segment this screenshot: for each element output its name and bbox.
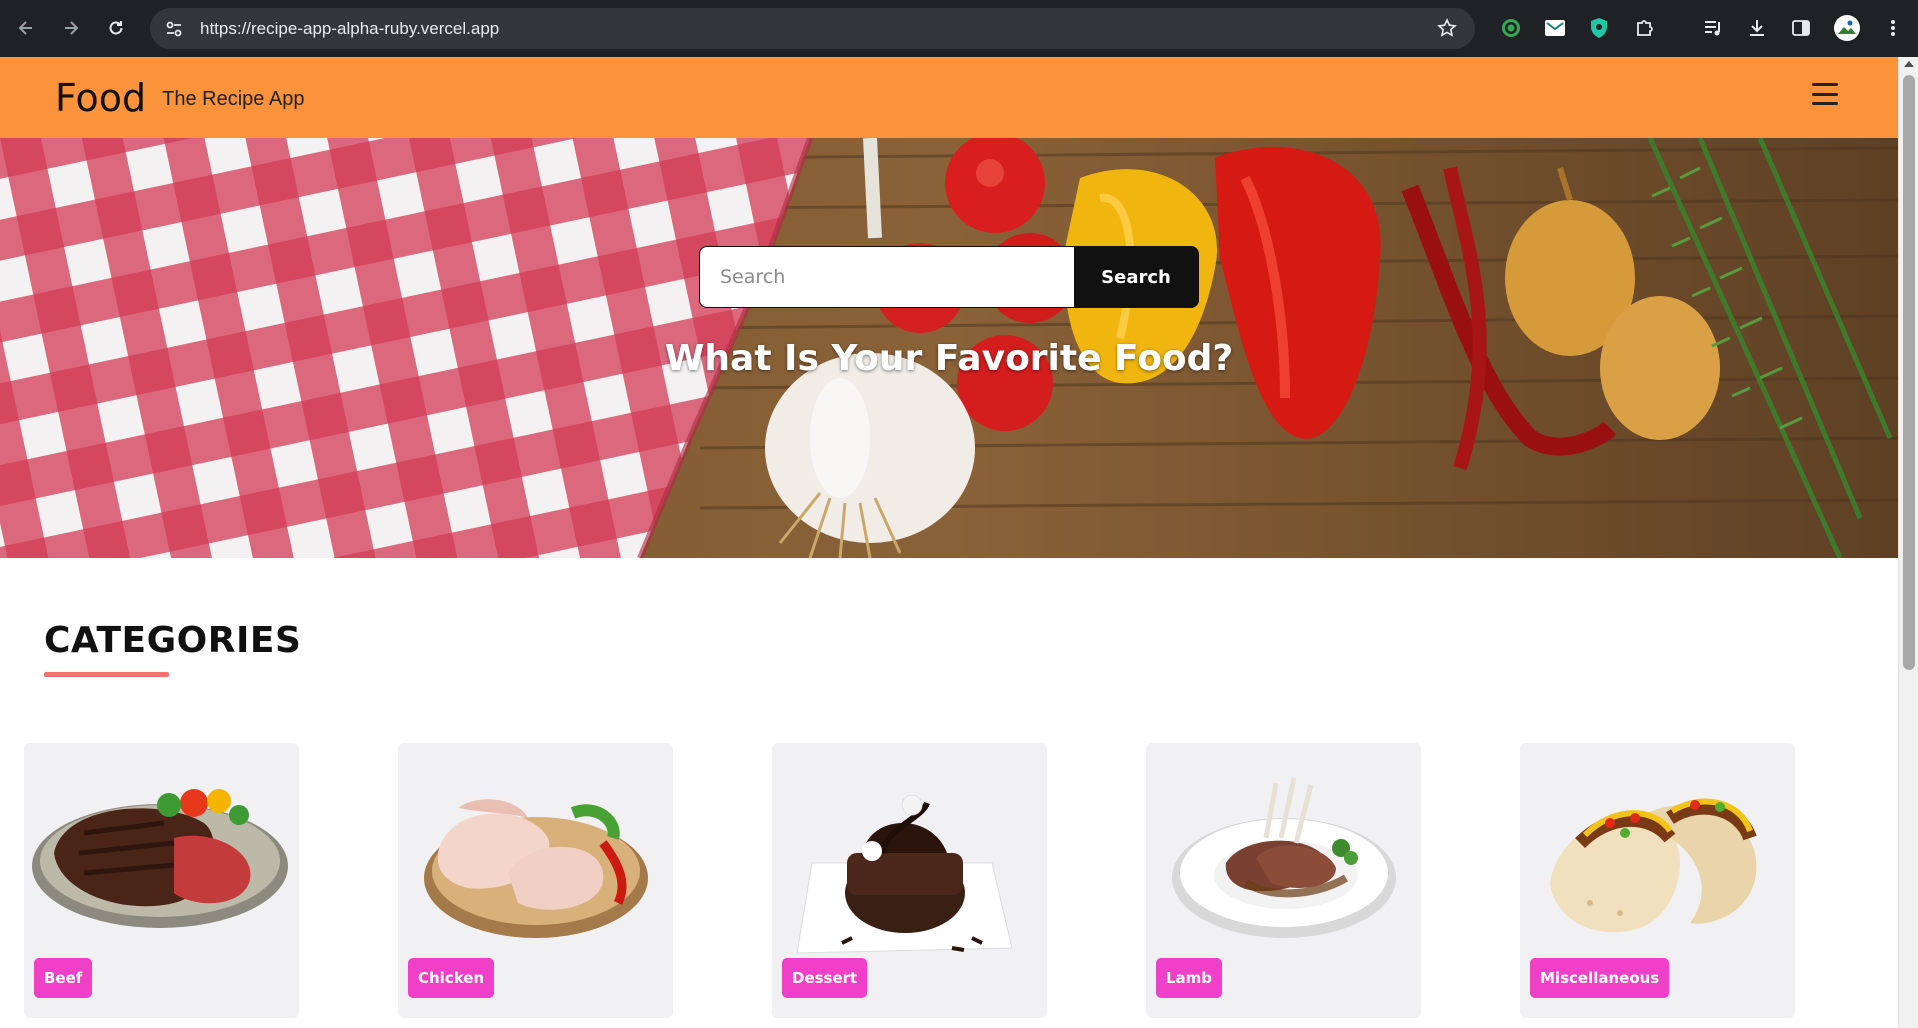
- categories-underline: [44, 672, 169, 677]
- forward-button[interactable]: [51, 8, 91, 48]
- reload-icon: [109, 21, 123, 35]
- search-input[interactable]: [700, 247, 1074, 307]
- category-label-chicken[interactable]: Chicken: [408, 958, 495, 998]
- scroll-up-arrow-icon[interactable]: [1904, 61, 1914, 67]
- sidepanel-icon[interactable]: [1786, 13, 1816, 43]
- profile-avatar[interactable]: [1832, 13, 1862, 43]
- back-button[interactable]: [6, 8, 46, 48]
- search-form: Search: [699, 246, 1199, 308]
- star-icon[interactable]: [1437, 18, 1457, 43]
- back-icon: [18, 21, 32, 35]
- url-text[interactable]: https://recipe-app-alpha-ruby.vercel.app: [200, 19, 499, 39]
- category-card-lamb[interactable]: Lamb: [1146, 743, 1421, 1018]
- brand-tagline: The Recipe App: [162, 88, 305, 110]
- search-button[interactable]: Search: [1074, 247, 1198, 307]
- media-icon[interactable]: [1698, 13, 1728, 43]
- hero-banner: Search What Is Your Favorite Food?: [0, 138, 1898, 558]
- browser-toolbar: https://recipe-app-alpha-ruby.vercel.app: [0, 0, 1918, 57]
- extension-mail-icon[interactable]: [1540, 13, 1570, 43]
- category-label-dessert[interactable]: Dessert: [782, 958, 868, 998]
- category-label-miscellaneous[interactable]: Miscellaneous: [1530, 958, 1670, 998]
- category-card-dessert[interactable]: Dessert: [772, 743, 1047, 1018]
- category-card-beef[interactable]: Beef: [24, 743, 299, 1018]
- site-settings-icon[interactable]: [164, 19, 188, 39]
- hero-heading: What Is Your Favorite Food?: [664, 338, 1234, 379]
- extension-target-icon[interactable]: [1496, 13, 1526, 43]
- extension-shield-icon[interactable]: [1584, 13, 1614, 43]
- category-label-beef[interactable]: Beef: [34, 958, 93, 998]
- extensions-puzzle-icon[interactable]: [1630, 13, 1660, 43]
- download-icon[interactable]: [1742, 13, 1772, 43]
- category-card-miscellaneous[interactable]: Miscellaneous: [1520, 743, 1795, 1018]
- scrollbar-thumb[interactable]: [1903, 75, 1915, 670]
- category-card-chicken[interactable]: Chicken: [398, 743, 673, 1018]
- more-icon[interactable]: [1878, 13, 1908, 43]
- categories-heading: CATEGORIES: [44, 620, 302, 661]
- address-bar[interactable]: https://recipe-app-alpha-ruby.vercel.app: [150, 8, 1475, 49]
- category-label-lamb[interactable]: Lamb: [1156, 958, 1223, 998]
- page-scrollbar[interactable]: [1898, 57, 1918, 1028]
- reload-button[interactable]: [96, 8, 136, 48]
- hamburger-menu-icon[interactable]: [1812, 83, 1838, 105]
- brand-logo[interactable]: Food: [55, 76, 146, 120]
- forward-icon: [65, 21, 79, 35]
- app-header: Food The Recipe App: [0, 57, 1898, 138]
